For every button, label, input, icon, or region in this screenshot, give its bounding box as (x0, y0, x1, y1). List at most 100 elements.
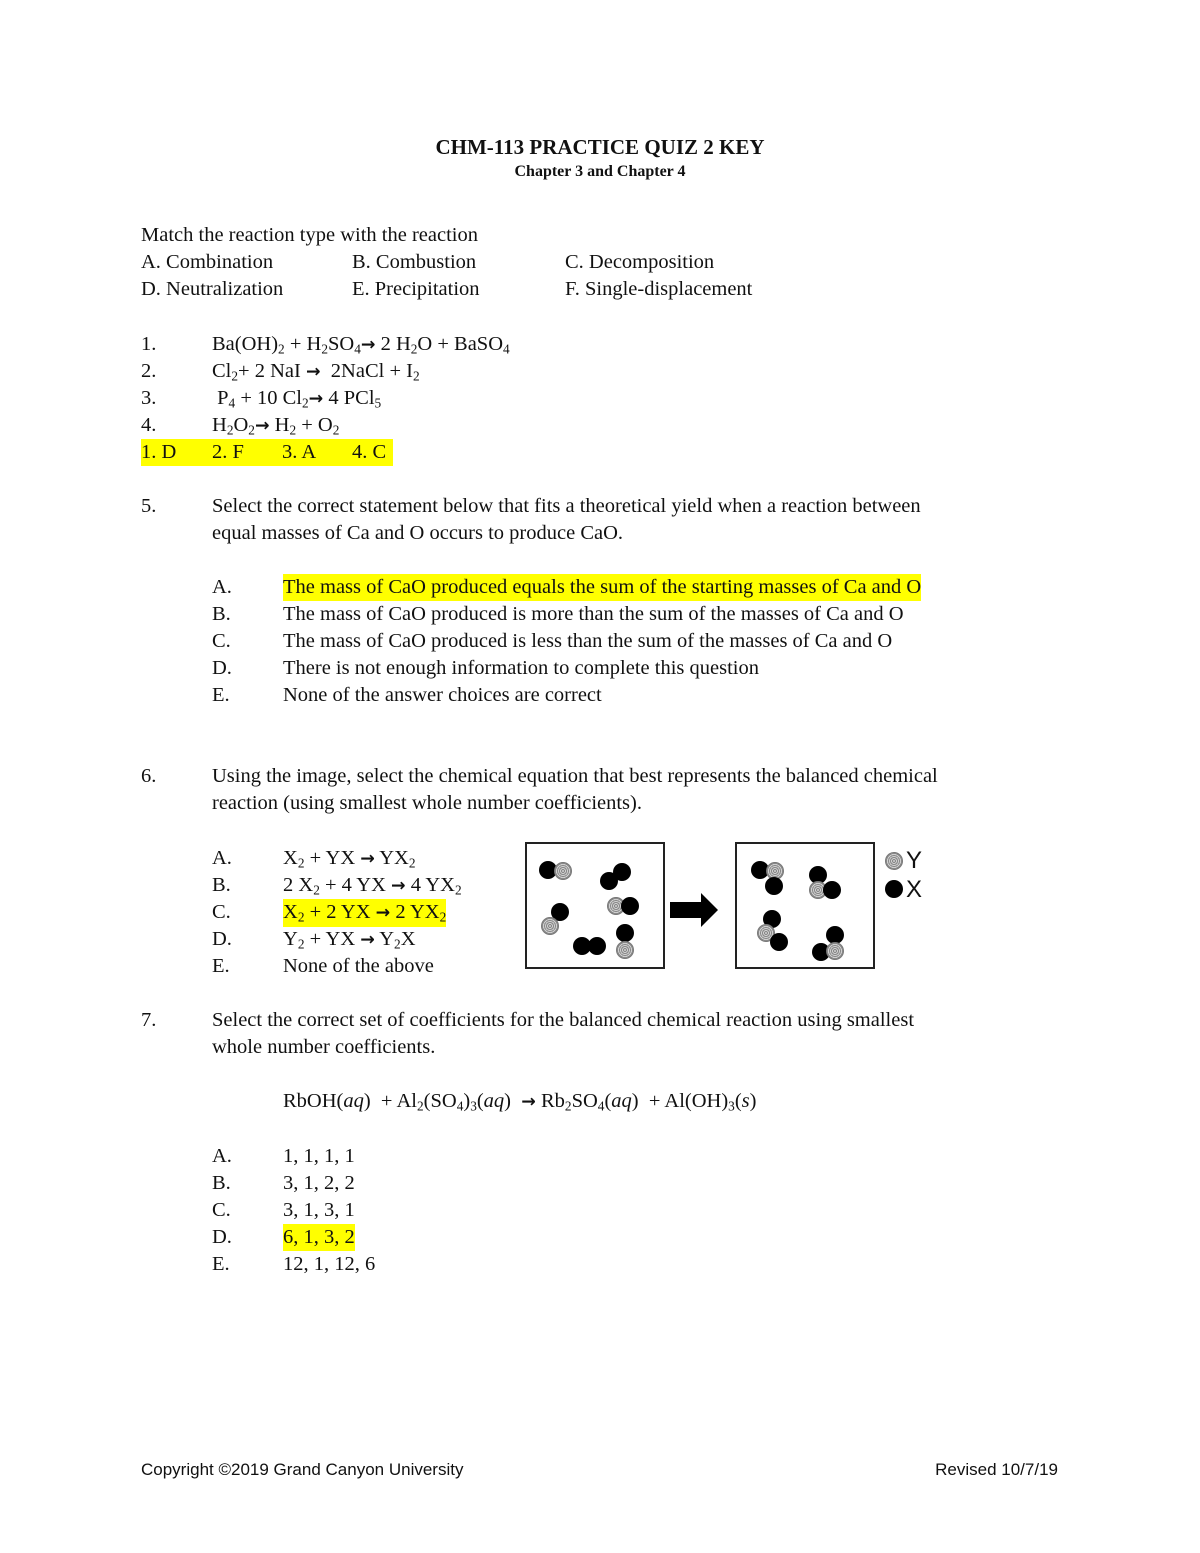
formula-text: 4 YX (405, 874, 455, 896)
formula-text: SO (327, 333, 355, 355)
formula-text: ( (476, 1090, 484, 1112)
reaction-type-e: E. Precipitation (352, 278, 480, 300)
formula-text: (SO (423, 1090, 457, 1112)
arrow-icon: → (254, 416, 270, 436)
formula-text: + 4 YX (319, 874, 392, 896)
option-letter: C. (212, 901, 231, 923)
option-letter: B. (212, 603, 231, 625)
option-letter: D. (212, 1226, 232, 1248)
atom-x (823, 881, 841, 899)
formula-text: + 2 NaI (238, 360, 306, 382)
q7-equation: RbOH(aq) + Al2(SO4)3(aq) → Rb2SO4(aq) + … (283, 1088, 756, 1116)
option-text: X2 + YX → YX2 (283, 845, 416, 873)
state-label: aq (343, 1090, 364, 1112)
reaction-equation: Ba(OH)2 + H2SO4→ 2 H2O + BaSO4 (212, 331, 510, 359)
q5-number: 5. (141, 495, 157, 517)
arrow-icon: → (360, 335, 376, 355)
reaction-type-a: A. Combination (141, 251, 274, 273)
footer-copyright: Copyright ©2019 Grand Canyon University (141, 1460, 464, 1479)
option-text: 12, 1, 12, 6 (283, 1253, 376, 1275)
option-text: There is not enough information to compl… (283, 657, 759, 679)
atom-x (613, 863, 631, 881)
formula-text: Ba(OH) (212, 333, 279, 355)
option-letter: C. (212, 630, 231, 652)
formula-text: ) + Al (363, 1090, 417, 1112)
atom-y (554, 862, 572, 880)
answer-key-4: 4. C (352, 441, 387, 463)
atom-x (770, 933, 788, 951)
formula-text: Cl (212, 360, 232, 382)
formula-text: H (269, 414, 290, 436)
legend-y-label: Y (906, 847, 923, 874)
reaction-equation: P4 + 10 Cl2→ 4 PCl5 (212, 385, 381, 413)
option-text: Y2 + YX → Y2X (283, 926, 416, 954)
formula-text: 2 X (283, 874, 314, 896)
formula-text: 2 YX (390, 901, 440, 923)
page-title: CHM-113 PRACTICE QUIZ 2 KEY (435, 135, 765, 159)
reaction-number: 3. (141, 387, 157, 409)
option-letter: B. (212, 874, 231, 896)
formula-text: SO (571, 1090, 598, 1112)
option-letter: A. (212, 1145, 232, 1167)
state-label: s (741, 1090, 750, 1112)
formula-text: + O (296, 414, 333, 436)
option-text: None of the above (283, 953, 434, 980)
formula-text: 2 H (375, 333, 411, 355)
document-page: CHM-113 PRACTICE QUIZ 2 KEY Chapter 3 an… (0, 0, 1200, 1553)
q7-number: 7. (141, 1009, 157, 1031)
option-text: None of the answer choices are correct (283, 684, 602, 706)
subscript: 3 (470, 1098, 477, 1114)
option-letter: E. (212, 684, 230, 706)
reaction-type-d: D. Neutralization (141, 278, 284, 300)
formula-text: YX (374, 847, 409, 869)
arrow-icon: → (305, 362, 321, 382)
formula-text: H (212, 414, 227, 436)
option-text: 3, 1, 3, 1 (283, 1199, 355, 1221)
formula-text: ) (504, 1090, 522, 1112)
page-subtitle: Chapter 3 and Chapter 4 (514, 163, 686, 180)
q6-text-line1: Using the image, select the chemical equ… (212, 765, 938, 787)
subscript: 2 (408, 855, 416, 871)
option-text: 1, 1, 1, 1 (283, 1145, 355, 1167)
reaction-equation: H2O2→ H2 + O2 (212, 412, 339, 440)
legend-y-atom-icon (885, 852, 903, 870)
subscript: 3 (728, 1098, 735, 1114)
formula-text: ) + Al(OH) (631, 1090, 729, 1112)
reaction-type-c: C. Decomposition (565, 251, 715, 273)
arrow-icon: → (375, 903, 391, 923)
q6-number: 6. (141, 765, 157, 787)
matching-answer-key: 1. D 2. F 3. A 4. C (141, 439, 393, 466)
reaction-arrow-icon (670, 893, 718, 927)
subscript: 4 (503, 341, 510, 357)
reaction-number: 1. (141, 333, 157, 355)
answer-key-2: 2. F (212, 441, 244, 463)
reaction-type-f: F. Single-displacement (565, 278, 753, 300)
formula-text: + 2 YX (304, 901, 376, 923)
matching-instruction: Match the reaction type with the reactio… (141, 224, 478, 246)
subscript: 2 (439, 909, 447, 925)
formula-text: RbOH( (283, 1090, 344, 1112)
formula-text: 2NaCl + I (320, 360, 413, 382)
answer-key-1: 1. D (141, 441, 177, 463)
atom-x (765, 877, 783, 895)
q7-text-line2: whole number coefficients. (212, 1036, 436, 1058)
formula-text: Y (283, 928, 298, 950)
option-letter: C. (212, 1199, 231, 1221)
subscript: 2 (412, 368, 420, 384)
answer-key-3: 3. A (282, 441, 317, 463)
atom-x (616, 924, 634, 942)
atom-y (616, 941, 634, 959)
formula-text: ) (749, 1090, 757, 1112)
reaction-equation: Cl2+ 2 NaI → 2NaCl + I2 (212, 358, 420, 386)
option-letter: A. (212, 576, 232, 598)
legend-x-label: X (906, 876, 923, 903)
formula-text: + H (284, 333, 322, 355)
formula-text: O (233, 414, 249, 436)
option-letter: D. (212, 657, 232, 679)
arrow-icon: → (360, 849, 375, 869)
formula-text: Y (374, 928, 395, 950)
option-text: 2 X2 + 4 YX → 4 YX2 (283, 872, 462, 900)
subscript: 2 (564, 1098, 572, 1114)
legend-x-atom-icon (885, 880, 903, 898)
arrow-icon: → (360, 930, 375, 950)
